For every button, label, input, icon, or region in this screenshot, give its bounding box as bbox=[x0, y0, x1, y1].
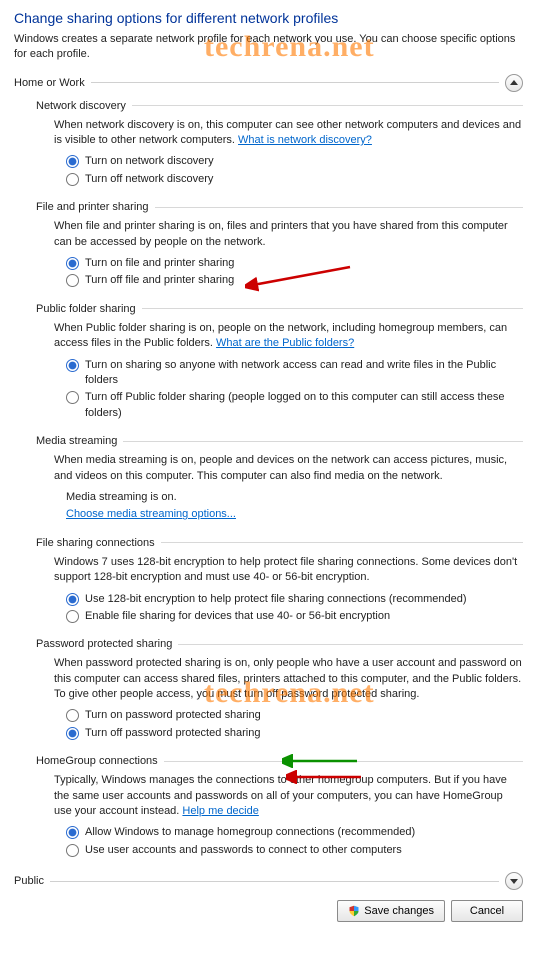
link-choose-media-streaming[interactable]: Choose media streaming options... bbox=[66, 508, 236, 520]
section-file-printer-sharing: File and printer sharing When file and p… bbox=[36, 201, 523, 289]
dialog-footer: Save changes Cancel bbox=[14, 900, 523, 922]
section-description: When network discovery is on, this compu… bbox=[54, 118, 523, 149]
section-title: Password protected sharing bbox=[36, 638, 172, 650]
section-title: HomeGroup connections bbox=[36, 755, 158, 767]
radio-input[interactable] bbox=[66, 727, 79, 740]
radio-network-discovery-on[interactable]: Turn on network discovery bbox=[66, 154, 523, 169]
profile-label: Home or Work bbox=[14, 77, 85, 89]
page-description: Windows creates a separate network profi… bbox=[14, 32, 523, 62]
profile-header-home-work[interactable]: Home or Work bbox=[14, 74, 523, 92]
divider bbox=[178, 644, 523, 645]
radio-password-off[interactable]: Turn off password protected sharing bbox=[66, 726, 523, 741]
cancel-button[interactable]: Cancel bbox=[451, 900, 523, 922]
radio-input[interactable] bbox=[66, 391, 79, 404]
section-file-sharing-connections: File sharing connections Windows 7 uses … bbox=[36, 537, 523, 625]
section-homegroup-connections: HomeGroup connections Typically, Windows… bbox=[36, 755, 523, 858]
radio-file-printer-on[interactable]: Turn on file and printer sharing bbox=[66, 256, 523, 271]
section-title: Public folder sharing bbox=[36, 303, 136, 315]
divider bbox=[132, 105, 523, 106]
page-title: Change sharing options for different net… bbox=[14, 10, 523, 26]
radio-file-printer-off[interactable]: Turn off file and printer sharing bbox=[66, 273, 523, 288]
link-what-is-network-discovery[interactable]: What is network discovery? bbox=[238, 134, 372, 146]
radio-network-discovery-off[interactable]: Turn off network discovery bbox=[66, 172, 523, 187]
shield-icon bbox=[348, 905, 360, 917]
radio-input[interactable] bbox=[66, 709, 79, 722]
media-streaming-status: Media streaming is on. bbox=[66, 490, 523, 505]
radio-encryption-4056[interactable]: Enable file sharing for devices that use… bbox=[66, 609, 523, 624]
profile-header-public[interactable]: Public bbox=[14, 872, 523, 890]
link-help-me-decide[interactable]: Help me decide bbox=[182, 805, 258, 817]
radio-input[interactable] bbox=[66, 257, 79, 270]
divider bbox=[91, 82, 499, 83]
section-title: File sharing connections bbox=[36, 537, 155, 549]
divider bbox=[161, 542, 523, 543]
section-password-protected-sharing: Password protected sharing When password… bbox=[36, 638, 523, 741]
radio-input[interactable] bbox=[66, 274, 79, 287]
section-media-streaming: Media streaming When media streaming is … bbox=[36, 435, 523, 523]
radio-input[interactable] bbox=[66, 593, 79, 606]
section-description: When media streaming is on, people and d… bbox=[54, 453, 523, 484]
radio-input[interactable] bbox=[66, 359, 79, 372]
section-network-discovery: Network discovery When network discovery… bbox=[36, 100, 523, 188]
chevron-down-icon[interactable] bbox=[505, 872, 523, 890]
section-public-folder-sharing: Public folder sharing When Public folder… bbox=[36, 303, 523, 421]
radio-public-folder-off[interactable]: Turn off Public folder sharing (people l… bbox=[66, 390, 523, 421]
divider bbox=[155, 207, 523, 208]
radio-input[interactable] bbox=[66, 610, 79, 623]
section-description: When file and printer sharing is on, fil… bbox=[54, 219, 523, 250]
chevron-up-icon[interactable] bbox=[505, 74, 523, 92]
radio-input[interactable] bbox=[66, 173, 79, 186]
section-description: When Public folder sharing is on, people… bbox=[54, 321, 523, 352]
divider bbox=[142, 308, 523, 309]
radio-input[interactable] bbox=[66, 826, 79, 839]
section-description: Typically, Windows manages the connectio… bbox=[54, 773, 523, 819]
radio-homegroup-windows[interactable]: Allow Windows to manage homegroup connec… bbox=[66, 825, 523, 840]
divider bbox=[164, 761, 523, 762]
radio-input[interactable] bbox=[66, 155, 79, 168]
radio-homegroup-user[interactable]: Use user accounts and passwords to conne… bbox=[66, 843, 523, 858]
divider bbox=[123, 441, 523, 442]
radio-password-on[interactable]: Turn on password protected sharing bbox=[66, 708, 523, 723]
section-description: Windows 7 uses 128-bit encryption to hel… bbox=[54, 555, 523, 586]
section-title: File and printer sharing bbox=[36, 201, 149, 213]
save-changes-button[interactable]: Save changes bbox=[337, 900, 445, 922]
radio-input[interactable] bbox=[66, 844, 79, 857]
divider bbox=[50, 881, 499, 882]
profile-label: Public bbox=[14, 875, 44, 887]
section-title: Network discovery bbox=[36, 100, 126, 112]
radio-encryption-128[interactable]: Use 128-bit encryption to help protect f… bbox=[66, 592, 523, 607]
radio-public-folder-on[interactable]: Turn on sharing so anyone with network a… bbox=[66, 358, 523, 389]
section-description: When password protected sharing is on, o… bbox=[54, 656, 523, 702]
section-title: Media streaming bbox=[36, 435, 117, 447]
link-what-are-public-folders[interactable]: What are the Public folders? bbox=[216, 337, 354, 349]
